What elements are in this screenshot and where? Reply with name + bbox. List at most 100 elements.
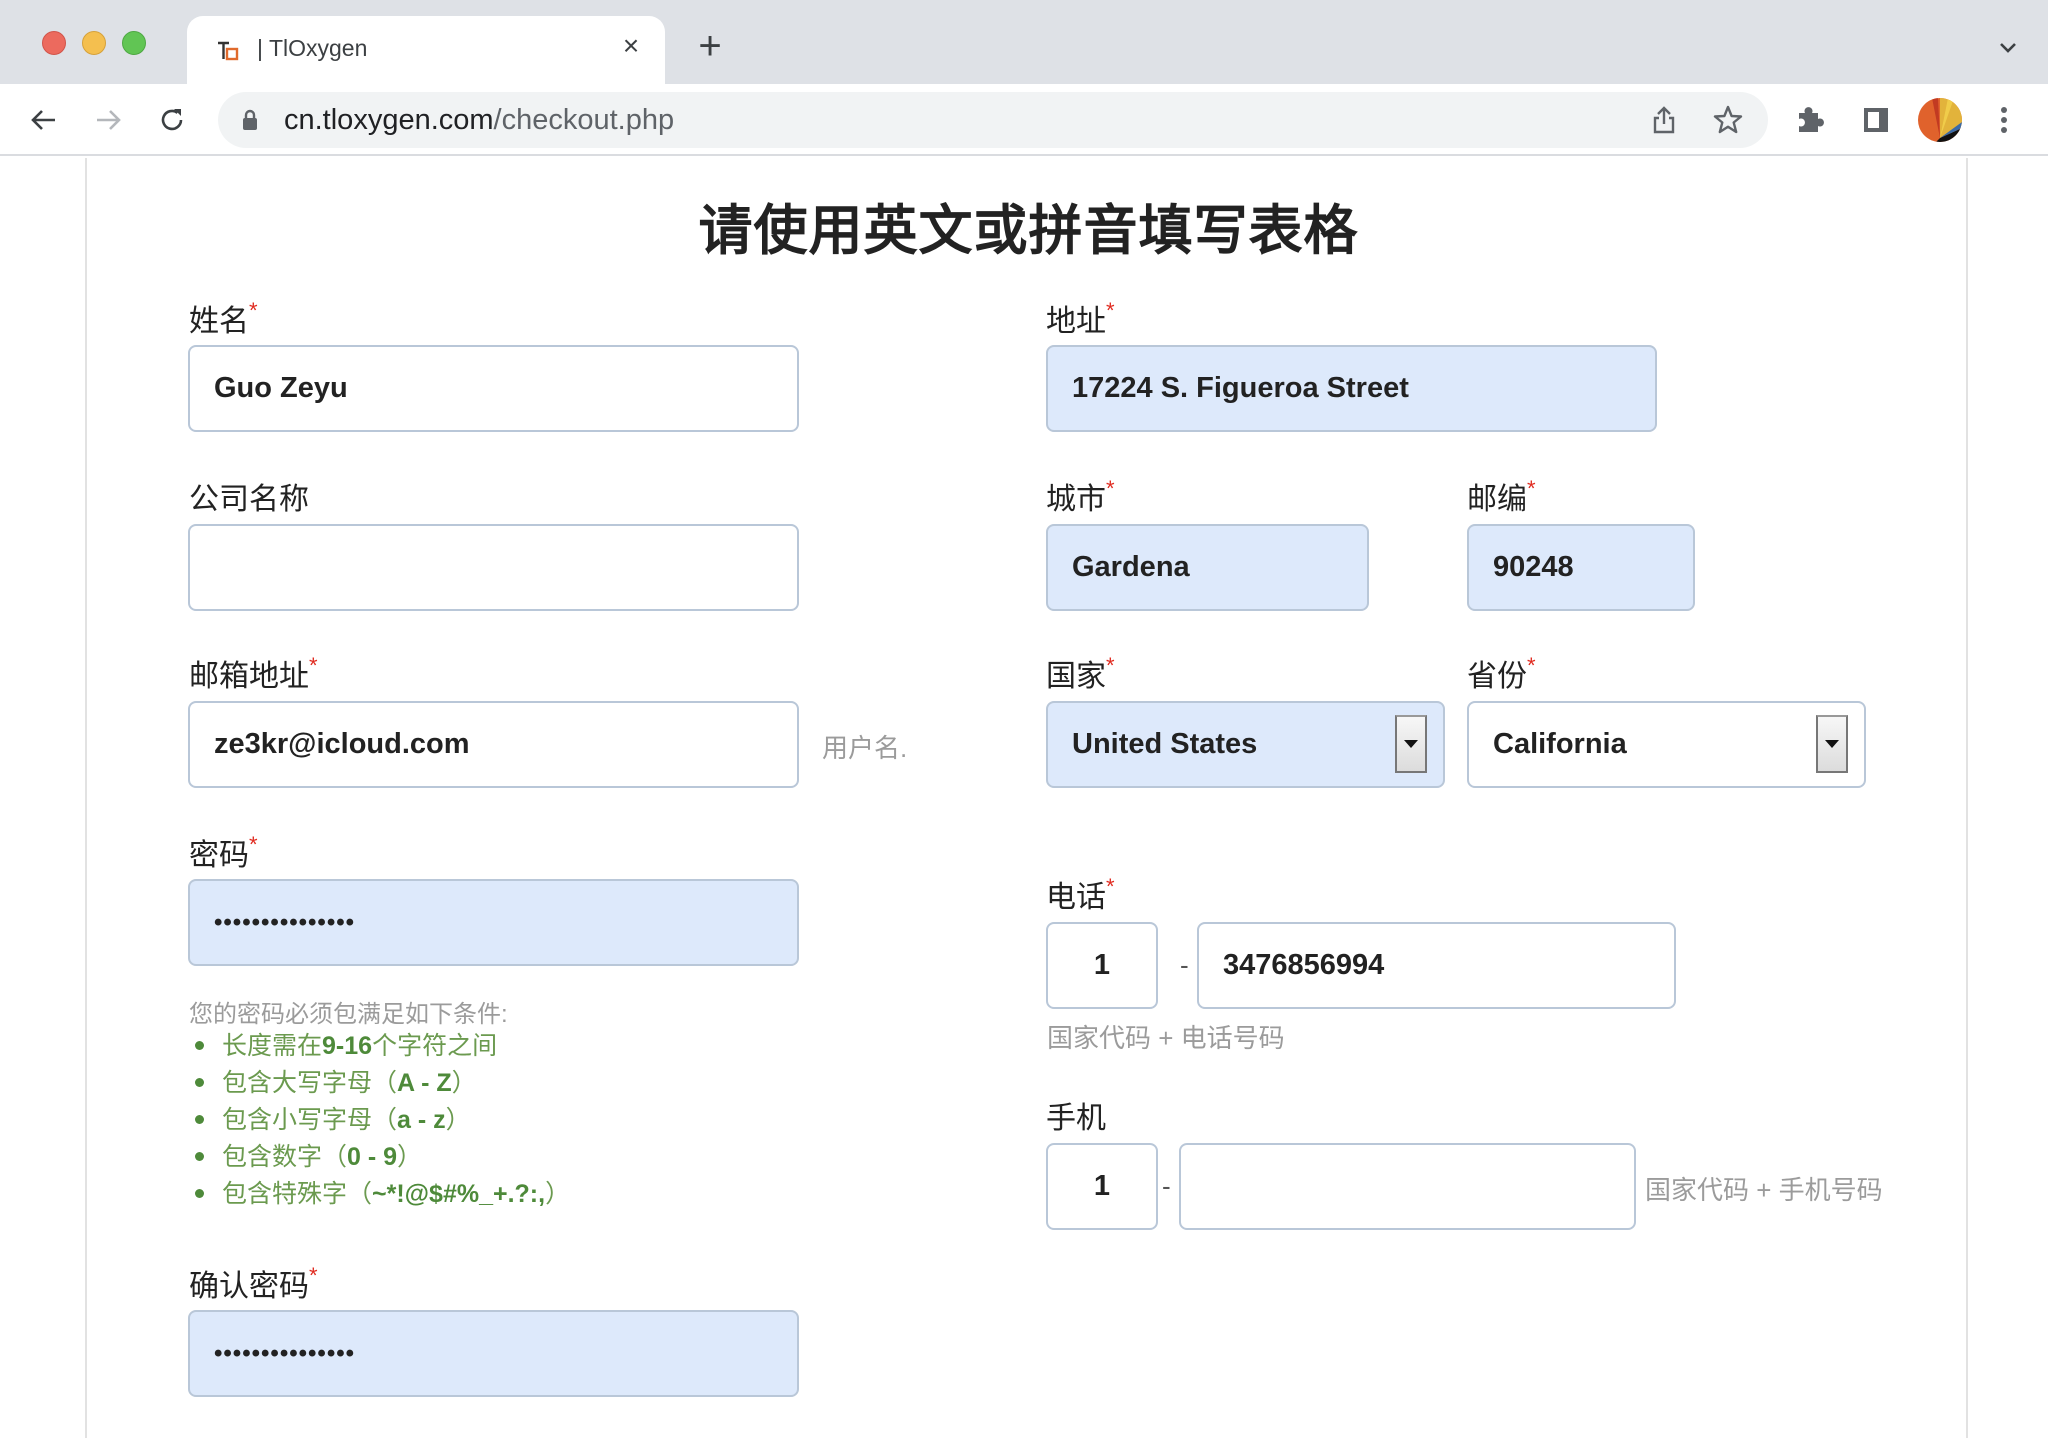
- zip-input-value: 90248: [1493, 551, 1574, 583]
- reload-button[interactable]: [154, 102, 190, 138]
- email-label-text: 邮箱地址: [189, 660, 309, 693]
- rule-emphasis: 9-16: [322, 1032, 373, 1060]
- mobile-country-code-value: 1: [1093, 1170, 1111, 1202]
- password-input[interactable]: •••••••••••••••: [188, 879, 799, 966]
- email-input-value: ze3kr@icloud.com: [214, 728, 470, 760]
- name-label: 姓名*: [189, 296, 258, 340]
- puzzle-icon: [1799, 107, 1824, 132]
- bookmark-star-icon[interactable]: [1712, 104, 1744, 136]
- phone-label: 电话*: [1046, 872, 1115, 916]
- phone-hint: 国家代码 + 电话号码: [1047, 1023, 1285, 1053]
- mobile-label-text: 手机: [1046, 1102, 1106, 1135]
- city-label-text: 城市: [1046, 483, 1106, 516]
- required-mark: *: [249, 832, 258, 857]
- city-input[interactable]: Gardena: [1046, 524, 1369, 611]
- window-minimize-button[interactable]: [82, 31, 106, 55]
- password-rules-title: 您的密码必须包满足如下条件:: [189, 1001, 508, 1028]
- extensions-button[interactable]: [1792, 102, 1828, 138]
- email-hint: 用户名.: [822, 733, 908, 763]
- site-favicon-icon: [218, 41, 239, 61]
- active-tab[interactable]: | TlOxygen ×: [187, 16, 665, 84]
- name-input-value: Guo Zeyu: [214, 372, 348, 404]
- checkout-form-page: 请使用英文或拼音填写表格 姓名* Guo Zeyu 公司名称 邮箱地址* ze3…: [85, 158, 1968, 1438]
- country-label: 国家*: [1046, 651, 1115, 695]
- province-label-text: 省份: [1467, 660, 1527, 693]
- bullet-icon: [195, 1040, 204, 1050]
- mobile-label: 手机: [1046, 1093, 1106, 1137]
- rule-text: 长度需在: [222, 1032, 323, 1060]
- rule-text: 包含数字（: [222, 1143, 348, 1171]
- bullet-icon: [195, 1114, 204, 1124]
- browser-menu-button[interactable]: [1986, 102, 2022, 138]
- tab-close-icon[interactable]: ×: [615, 30, 647, 62]
- company-label-text: 公司名称: [189, 483, 309, 516]
- back-button[interactable]: [26, 102, 62, 138]
- required-mark: *: [1527, 653, 1536, 678]
- required-mark: *: [1106, 476, 1115, 501]
- address-input-value: 17224 S. Figueroa Street: [1072, 372, 1409, 404]
- address-input[interactable]: 17224 S. Figueroa Street: [1046, 345, 1657, 432]
- confirm-password-input[interactable]: •••••••••••••••: [188, 1310, 799, 1397]
- bullet-icon: [195, 1077, 204, 1087]
- rule-emphasis: ~*!@$#%_+.?:,: [372, 1180, 546, 1208]
- url-path: /checkout.php: [493, 104, 675, 136]
- address-bar[interactable]: cn.tloxygen.com/checkout.php: [218, 92, 1768, 148]
- mobile-number-input[interactable]: [1179, 1143, 1636, 1230]
- caret-down-icon: [1825, 740, 1839, 748]
- country-select[interactable]: United States: [1046, 701, 1445, 788]
- rule-text: ）: [545, 1180, 571, 1208]
- country-dropdown-button[interactable]: [1395, 715, 1427, 773]
- tab-title: | TlOxygen: [257, 35, 368, 61]
- email-input[interactable]: ze3kr@icloud.com: [188, 701, 799, 788]
- mobile-separator: -: [1162, 1171, 1171, 1201]
- phone-number-input[interactable]: 3476856994: [1197, 922, 1676, 1009]
- forward-button[interactable]: [90, 102, 126, 138]
- window-close-button[interactable]: [42, 31, 66, 55]
- address-label: 地址*: [1046, 296, 1115, 340]
- page-title: 请使用英文或拼音填写表格: [698, 201, 1359, 261]
- required-mark: *: [1106, 653, 1115, 678]
- rule-emphasis: a - z: [397, 1106, 446, 1134]
- name-input[interactable]: Guo Zeyu: [188, 345, 799, 432]
- password-rule: 长度需在9-16个字符之间: [195, 1028, 570, 1065]
- url-text[interactable]: cn.tloxygen.com/checkout.php: [284, 104, 674, 137]
- password-rule: 包含数字（0 - 9）: [195, 1139, 570, 1176]
- zip-label-text: 邮编: [1467, 483, 1527, 516]
- rule-text: ）: [445, 1106, 471, 1134]
- name-label-text: 姓名: [189, 305, 249, 338]
- province-select[interactable]: California: [1467, 701, 1866, 788]
- rule-text: 包含小写字母（: [222, 1106, 398, 1134]
- password-input-value: •••••••••••••••: [214, 908, 356, 936]
- mobile-hint: 国家代码 + 手机号码: [1645, 1175, 1883, 1205]
- rule-text: 个字符之间: [372, 1032, 498, 1060]
- required-mark: *: [309, 1263, 318, 1288]
- reload-icon: [161, 109, 183, 131]
- password-rule: 包含特殊字（~*!@$#%_+.?:,）: [195, 1176, 570, 1213]
- phone-country-code-input[interactable]: 1: [1046, 922, 1158, 1009]
- side-panel-button[interactable]: [1858, 102, 1894, 138]
- caret-down-icon: [1404, 740, 1418, 748]
- province-dropdown-button[interactable]: [1816, 715, 1848, 773]
- rule-text: ）: [451, 1069, 477, 1097]
- profile-avatar[interactable]: [1918, 98, 1962, 142]
- rule-text: ）: [397, 1143, 423, 1171]
- mobile-country-code-input[interactable]: 1: [1046, 1143, 1158, 1230]
- password-label-text: 密码: [189, 839, 249, 872]
- email-label: 邮箱地址*: [189, 651, 318, 695]
- avatar-image-icon: [1918, 98, 1962, 142]
- zip-input[interactable]: 90248: [1467, 524, 1695, 611]
- password-label: 密码*: [189, 830, 258, 874]
- lock-icon[interactable]: [242, 109, 258, 131]
- tab-search-chevron-icon[interactable]: [1996, 36, 2020, 60]
- city-label: 城市*: [1046, 474, 1115, 518]
- bullet-icon: [195, 1151, 204, 1161]
- bullet-icon: [195, 1188, 204, 1198]
- confirm-password-label: 确认密码*: [189, 1261, 318, 1305]
- share-icon[interactable]: [1648, 104, 1680, 136]
- window-zoom-button[interactable]: [122, 31, 146, 55]
- url-host: cn.tloxygen.com: [284, 104, 494, 136]
- company-input[interactable]: [188, 524, 799, 611]
- phone-separator: -: [1180, 950, 1189, 980]
- rule-text: 包含特殊字（: [222, 1180, 373, 1208]
- new-tab-button[interactable]: +: [690, 26, 730, 68]
